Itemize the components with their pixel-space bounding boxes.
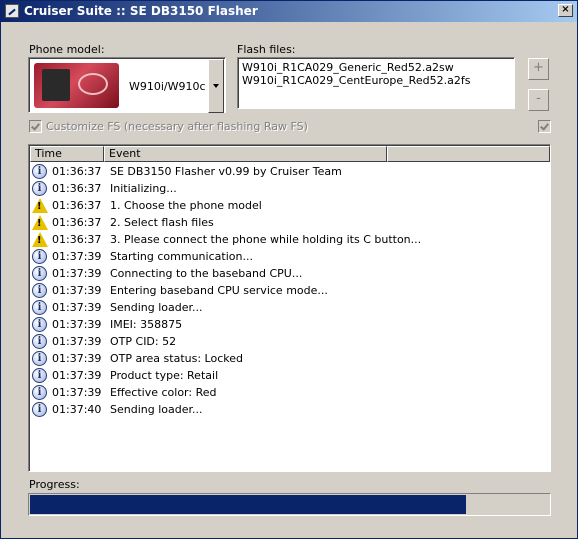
window-title: Cruiser Suite :: SE DB3150 Flasher [24,4,258,18]
extra-option-checkbox[interactable] [538,120,551,133]
progress-bar [28,493,551,516]
info-icon: i [32,283,47,298]
info-icon: i [32,317,47,332]
info-icon: i [32,368,47,383]
log-row[interactable]: i 01:36:37 Initializing... [31,180,549,197]
info-icon: i [32,334,47,349]
log-event: Connecting to the baseband CPU... [110,267,303,280]
phone-model-value: W910i/W910c [129,80,206,93]
log-event: 3. Please connect the phone while holdin… [110,233,422,246]
app-window: Cruiser Suite :: SE DB3150 Flasher × Pho… [0,0,578,539]
log-row[interactable]: ! 01:36:37 1. Choose the phone model [31,197,549,214]
log-event: 1. Choose the phone model [110,199,262,212]
log-time: 01:37:39 [52,318,102,331]
log-header: Time Event [30,146,550,162]
log-time: 01:37:39 [52,335,102,348]
log-row[interactable]: ! 01:36:37 3. Please connect the phone whi… [31,231,549,248]
column-time[interactable]: Time [30,146,104,162]
info-icon: i [32,402,47,417]
log-row[interactable]: i 01:36:37 SE DB3150 Flasher v0.99 by Crui… [31,163,549,180]
customize-fs-label: Customize FS (necessary after flashing R… [46,120,308,133]
phone-model-label: Phone model: [29,43,105,56]
log-event: 2. Select flash files [110,216,214,229]
log-event: Effective color: Red [110,386,217,399]
flash-file-item[interactable]: W910i_R1CA029_Generic_Red52.a2sw [242,61,454,74]
log-time: 01:37:39 [52,301,102,314]
log-row[interactable]: i 01:37:40 Sending loader... [31,401,549,418]
log-time: 01:36:37 [52,233,102,246]
column-event[interactable]: Event [104,146,387,162]
close-button[interactable]: × [558,4,573,17]
log-event: Sending loader... [110,301,203,314]
log-event: Starting communication... [110,250,253,263]
log-time: 01:37:39 [52,386,102,399]
log-row[interactable]: i 01:37:39 Sending loader... [31,299,549,316]
phone-model-dropdown[interactable]: W910i/W910c [28,57,226,113]
log-event: Sending loader... [110,403,203,416]
progress-fill [30,495,466,514]
log-time: 01:36:37 [52,182,102,195]
log-event: OTP area status: Locked [110,352,243,365]
log-rows: i 01:36:37 SE DB3150 Flasher v0.99 by Crui… [31,163,549,418]
customize-fs-checkbox[interactable] [29,120,42,133]
log-event: OTP CID: 52 [110,335,177,348]
info-icon: i [32,181,47,196]
warning-icon: ! [32,198,48,213]
log-time: 01:36:37 [52,199,102,212]
flash-file-item[interactable]: W910i_R1CA029_CentEurope_Red52.a2fs [242,74,470,87]
log-time: 01:37:39 [52,250,102,263]
info-icon: i [32,385,47,400]
dropdown-arrow-button[interactable] [208,59,224,113]
info-icon: i [32,249,47,264]
add-file-button[interactable]: + [528,58,549,80]
event-log[interactable]: Time Event i 01:36:37 SE DB3150 Flasher v0… [28,144,551,472]
phone-image [34,63,119,108]
log-row[interactable]: i 01:37:39 Starting communication... [31,248,549,265]
flash-files-label: Flash files: [237,43,296,56]
log-time: 01:37:39 [52,352,102,365]
info-icon: i [32,300,47,315]
log-event: SE DB3150 Flasher v0.99 by Cruiser Team [110,165,342,178]
log-time: 01:37:39 [52,267,102,280]
log-event: Product type: Retail [110,369,219,382]
info-icon: i [32,351,47,366]
log-row[interactable]: i 01:37:39 IMEI: 358875 [31,316,549,333]
warning-icon: ! [32,232,48,247]
remove-file-button[interactable]: - [528,89,549,111]
info-icon: i [32,266,47,281]
log-row[interactable]: ! 01:36:37 2. Select flash files [31,214,549,231]
log-row[interactable]: i 01:37:39 Connecting to the baseband CPU.… [31,265,549,282]
log-row[interactable]: i 01:37:39 OTP area status: Locked [31,350,549,367]
log-row[interactable]: i 01:37:39 Effective color: Red [31,384,549,401]
log-event: Entering baseband CPU service mode... [110,284,328,297]
column-filler [387,146,550,162]
log-event: IMEI: 358875 [110,318,183,331]
log-time: 01:37:39 [52,369,102,382]
warning-icon: ! [32,215,48,230]
log-time: 01:37:40 [52,403,102,416]
title-bar[interactable]: Cruiser Suite :: SE DB3150 Flasher × [1,1,577,22]
log-event: Initializing... [110,182,177,195]
log-time: 01:36:37 [52,216,102,229]
progress-label: Progress: [29,478,80,491]
log-time: 01:36:37 [52,165,102,178]
flash-files-list[interactable]: W910i_R1CA029_Generic_Red52.a2sw W910i_R… [237,57,515,109]
log-row[interactable]: i 01:37:39 OTP CID: 52 [31,333,549,350]
app-icon [5,4,19,18]
log-time: 01:37:39 [52,284,102,297]
log-row[interactable]: i 01:37:39 Product type: Retail [31,367,549,384]
log-row[interactable]: i 01:37:39 Entering baseband CPU service m… [31,282,549,299]
info-icon: i [32,164,47,179]
